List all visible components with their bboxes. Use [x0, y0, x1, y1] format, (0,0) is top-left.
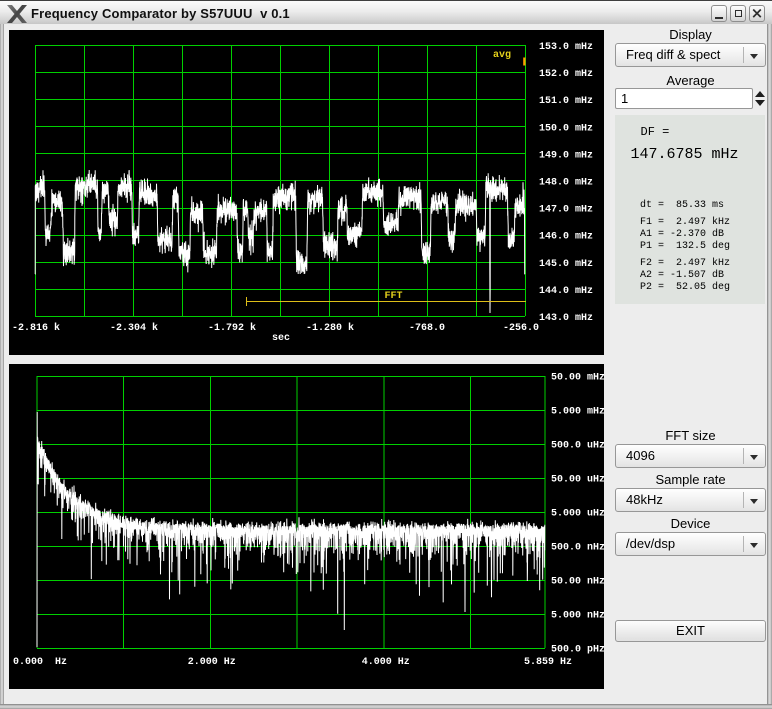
svg-text:-2.816 k: -2.816 k: [12, 322, 60, 334]
svg-text:sec: sec: [272, 333, 290, 344]
svg-text:146.0 mHz: 146.0 mHz: [539, 232, 593, 243]
svg-text:145.0 mHz: 145.0 mHz: [539, 259, 593, 270]
svg-text:Hz: Hz: [55, 657, 67, 668]
svg-text:5.000 mHz: 5.000 mHz: [551, 407, 604, 418]
svg-text:153.0 mHz: 153.0 mHz: [539, 42, 593, 53]
svg-text:4.000 Hz: 4.000 Hz: [362, 657, 410, 668]
svg-text:2.000 Hz: 2.000 Hz: [188, 657, 236, 668]
svg-text:avg: avg: [493, 50, 511, 61]
svg-text:152.0 mHz: 152.0 mHz: [539, 69, 593, 80]
svg-text:149.0 mHz: 149.0 mHz: [539, 150, 593, 161]
svg-text:144.0 mHz: 144.0 mHz: [539, 286, 593, 297]
svg-text:143.0 mHz: 143.0 mHz: [539, 313, 593, 324]
svg-text:5.000 nHz: 5.000 nHz: [551, 611, 604, 622]
svg-text:500.0 uHz: 500.0 uHz: [551, 441, 604, 452]
svg-text:-1.280 k: -1.280 k: [306, 322, 354, 334]
svg-text:50.00 mHz: 50.00 mHz: [551, 373, 604, 384]
svg-text:-2.304 k: -2.304 k: [110, 322, 158, 334]
svg-text:148.0 mHz: 148.0 mHz: [539, 178, 593, 189]
svg-text:50.00 uHz: 50.00 uHz: [551, 475, 604, 486]
svg-text:151.0 mHz: 151.0 mHz: [539, 96, 593, 107]
svg-text:-768.0: -768.0: [409, 323, 445, 334]
svg-text:500.0 pHz: 500.0 pHz: [551, 645, 604, 656]
svg-text:147.0 mHz: 147.0 mHz: [539, 205, 593, 216]
svg-text:0.000: 0.000: [13, 657, 43, 668]
svg-text:150.0 mHz: 150.0 mHz: [539, 123, 593, 134]
svg-text:50.00 nHz: 50.00 nHz: [551, 577, 604, 588]
svg-text:-256.0: -256.0: [503, 323, 539, 334]
svg-text:500.0 nHz: 500.0 nHz: [551, 543, 604, 554]
svg-text:5.859 Hz: 5.859 Hz: [524, 657, 572, 668]
svg-text:FFT: FFT: [385, 291, 403, 302]
svg-text:5.000 uHz: 5.000 uHz: [551, 509, 604, 520]
svg-text:-1.792 k: -1.792 k: [208, 322, 256, 334]
